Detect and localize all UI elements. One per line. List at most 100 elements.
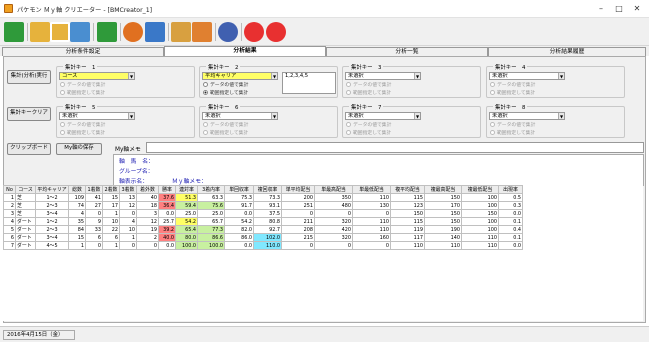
tab-condition[interactable]: 分析条件設定	[2, 47, 164, 56]
table-cell: 25.7	[158, 217, 176, 226]
value-mode-radio[interactable]: データの値で集計	[346, 81, 391, 88]
key-select-8[interactable]: 未選択 ▼	[489, 112, 565, 120]
info-icon[interactable]	[244, 22, 264, 42]
open-folder-icon[interactable]	[30, 22, 50, 42]
range-mode-radio[interactable]: 範囲指定して集計	[60, 89, 105, 96]
range-mode-radio[interactable]: 範囲指定して集計	[203, 89, 248, 96]
table-cell: 1	[102, 241, 120, 250]
column-header[interactable]: No	[3, 185, 16, 194]
table-cell: 0.0	[158, 209, 176, 218]
key-select-2[interactable]: 平均キャリア ▼	[202, 72, 278, 80]
column-header[interactable]: 単平均配当	[281, 185, 315, 194]
value-mode-radio[interactable]: データの値で集計	[490, 121, 535, 128]
settings-icon[interactable]	[218, 22, 238, 42]
clipboard-button[interactable]: クリップボード	[7, 143, 51, 155]
column-header[interactable]: 2着数	[102, 185, 120, 194]
maximize-icon[interactable]: □	[612, 3, 626, 14]
table-cell: 150	[390, 209, 425, 218]
memo-input[interactable]	[146, 142, 644, 153]
column-header[interactable]: 複回収率	[253, 185, 282, 194]
key-select-7[interactable]: 未選択 ▼	[345, 112, 421, 120]
range-mode-radio[interactable]: 範囲指定して集計	[203, 129, 248, 136]
key-select-value: コース	[62, 73, 78, 79]
column-header[interactable]: 3着内率	[197, 185, 225, 194]
copy-icon[interactable]	[70, 22, 90, 42]
share-icon[interactable]	[192, 22, 212, 42]
key-select-6[interactable]: 未選択 ▼	[202, 112, 278, 120]
chevron-down-icon[interactable]: ▼	[558, 113, 564, 119]
axis-info-box: 軸 馬 名： グループ名： 軸表示名： Ｍｙ軸メモ：	[113, 154, 644, 186]
radio-label: 範囲指定して集計	[353, 91, 392, 96]
column-header[interactable]: 総数	[68, 185, 86, 194]
save-axis-button[interactable]: My軸の保存	[56, 143, 102, 155]
range-mode-radio[interactable]: 範囲指定して集計	[490, 129, 535, 136]
table-row[interactable]: 5 ダート 2～3 84 33 22 10 19 39.2 65.4 77.3 82.0 92.7 208…	[3, 225, 523, 234]
table-row[interactable]: 6 ダート 3～4 15 6 6 1 2 40.0 80.0 86.6 86.0 102.0 215 320…	[3, 233, 523, 242]
range-input[interactable]: 1,2,3,4,5	[282, 72, 336, 94]
key-group-7: 集計キー 7 未選択 ▼ データの値で集計 範囲指定して集計	[342, 103, 481, 138]
range-mode-radio[interactable]: 範囲指定して集計	[60, 129, 105, 136]
key-group-label: 集計キー 8	[493, 103, 528, 111]
close-icon[interactable]: ✕	[630, 3, 644, 14]
table-cell: 54.2	[224, 217, 254, 226]
export-icon[interactable]	[171, 22, 191, 42]
chevron-down-icon[interactable]: ▼	[128, 73, 134, 79]
run-analysis-button[interactable]: 集計(分析)実行	[7, 70, 51, 84]
link-icon[interactable]	[145, 22, 165, 42]
column-header[interactable]: 複最低配当	[461, 185, 499, 194]
column-header[interactable]: 単最低配当	[352, 185, 391, 194]
column-header[interactable]: 平均キャリア	[35, 185, 69, 194]
key-group-5: 集計キー 5 未選択 ▼ データの値で集計 範囲指定して集計	[56, 103, 195, 138]
table-row[interactable]: 1 芝 1～2 109 41 15 13 40 37.6 51.3 63.3 75.3 73.3 200 3…	[3, 193, 523, 202]
key-select-1[interactable]: コース ▼	[59, 72, 135, 80]
column-header[interactable]: 勝率	[158, 185, 176, 194]
radio-label: 範囲指定して集計	[497, 131, 536, 136]
run-icon[interactable]	[123, 22, 143, 42]
table-row[interactable]: 4 ダート 1～2 35 9 10 4 12 25.7 54.2 65.7 54.2 80.8 211 32…	[3, 217, 523, 226]
open-file-icon[interactable]	[50, 22, 70, 42]
table-cell: 73.3	[253, 193, 282, 202]
clear-keys-button[interactable]: 集計キークリア	[7, 107, 51, 121]
range-mode-radio[interactable]: 範囲指定して集計	[490, 89, 535, 96]
chevron-down-icon[interactable]: ▼	[271, 113, 277, 119]
exit-icon[interactable]	[4, 22, 24, 42]
value-mode-radio[interactable]: データの値で集計	[60, 121, 105, 128]
chevron-down-icon[interactable]: ▼	[414, 113, 420, 119]
chevron-down-icon[interactable]: ▼	[558, 73, 564, 79]
download-icon[interactable]	[97, 22, 117, 42]
value-mode-radio[interactable]: データの値で集計	[490, 81, 535, 88]
help-icon[interactable]	[266, 22, 286, 42]
range-mode-radio[interactable]: 範囲指定して集計	[346, 89, 391, 96]
column-header[interactable]: 連対率	[175, 185, 198, 194]
column-header[interactable]: 単最高配当	[314, 185, 353, 194]
column-header[interactable]: 1着数	[85, 185, 103, 194]
chevron-down-icon[interactable]: ▼	[128, 113, 134, 119]
table-cell: 1	[68, 241, 86, 250]
table-cell: 40.0	[158, 233, 176, 242]
chevron-down-icon[interactable]: ▼	[414, 73, 420, 79]
table-row[interactable]: 3 芝 3～4 4 0 1 0 3 0.0 25.0 25.0 0.0 37.5 0 0 0 150 150 150…	[3, 209, 523, 218]
key-select-3[interactable]: 未選択 ▼	[345, 72, 421, 80]
table-row[interactable]: 7 ダート 4～5 1 0 1 0 0 0.0 100.0 100.0 0.0 110.0 0 0 0 110 1…	[3, 241, 523, 250]
key-select-4[interactable]: 未選択 ▼	[489, 72, 565, 80]
column-header[interactable]: 出現率	[498, 185, 523, 194]
minimize-icon[interactable]: –	[594, 3, 608, 14]
tab-list[interactable]: 分析一覧	[326, 47, 488, 56]
column-header[interactable]: 着外数	[136, 185, 159, 194]
value-mode-radio[interactable]: データの値で集計	[346, 121, 391, 128]
tab-history[interactable]: 分析結果履歴	[488, 47, 646, 56]
column-header[interactable]: 3着数	[119, 185, 137, 194]
value-mode-radio[interactable]: データの値で集計	[60, 81, 105, 88]
table-cell: 150	[424, 209, 462, 218]
column-header[interactable]: 複平均配当	[390, 185, 425, 194]
chevron-down-icon[interactable]: ▼	[271, 73, 277, 79]
value-mode-radio[interactable]: データの値で集計	[203, 121, 248, 128]
range-mode-radio[interactable]: 範囲指定して集計	[346, 129, 391, 136]
column-header[interactable]: コース	[15, 185, 36, 194]
value-mode-radio[interactable]: データの値で集計	[203, 81, 248, 88]
table-row[interactable]: 2 芝 2～3 74 27 17 12 18 36.4 59.4 75.6 91.7 93.1 251 48…	[3, 201, 523, 210]
key-select-5[interactable]: 未選択 ▼	[59, 112, 135, 120]
table-cell: 6	[3, 233, 16, 242]
column-header[interactable]: 複最高配当	[424, 185, 462, 194]
column-header[interactable]: 単回収率	[224, 185, 254, 194]
